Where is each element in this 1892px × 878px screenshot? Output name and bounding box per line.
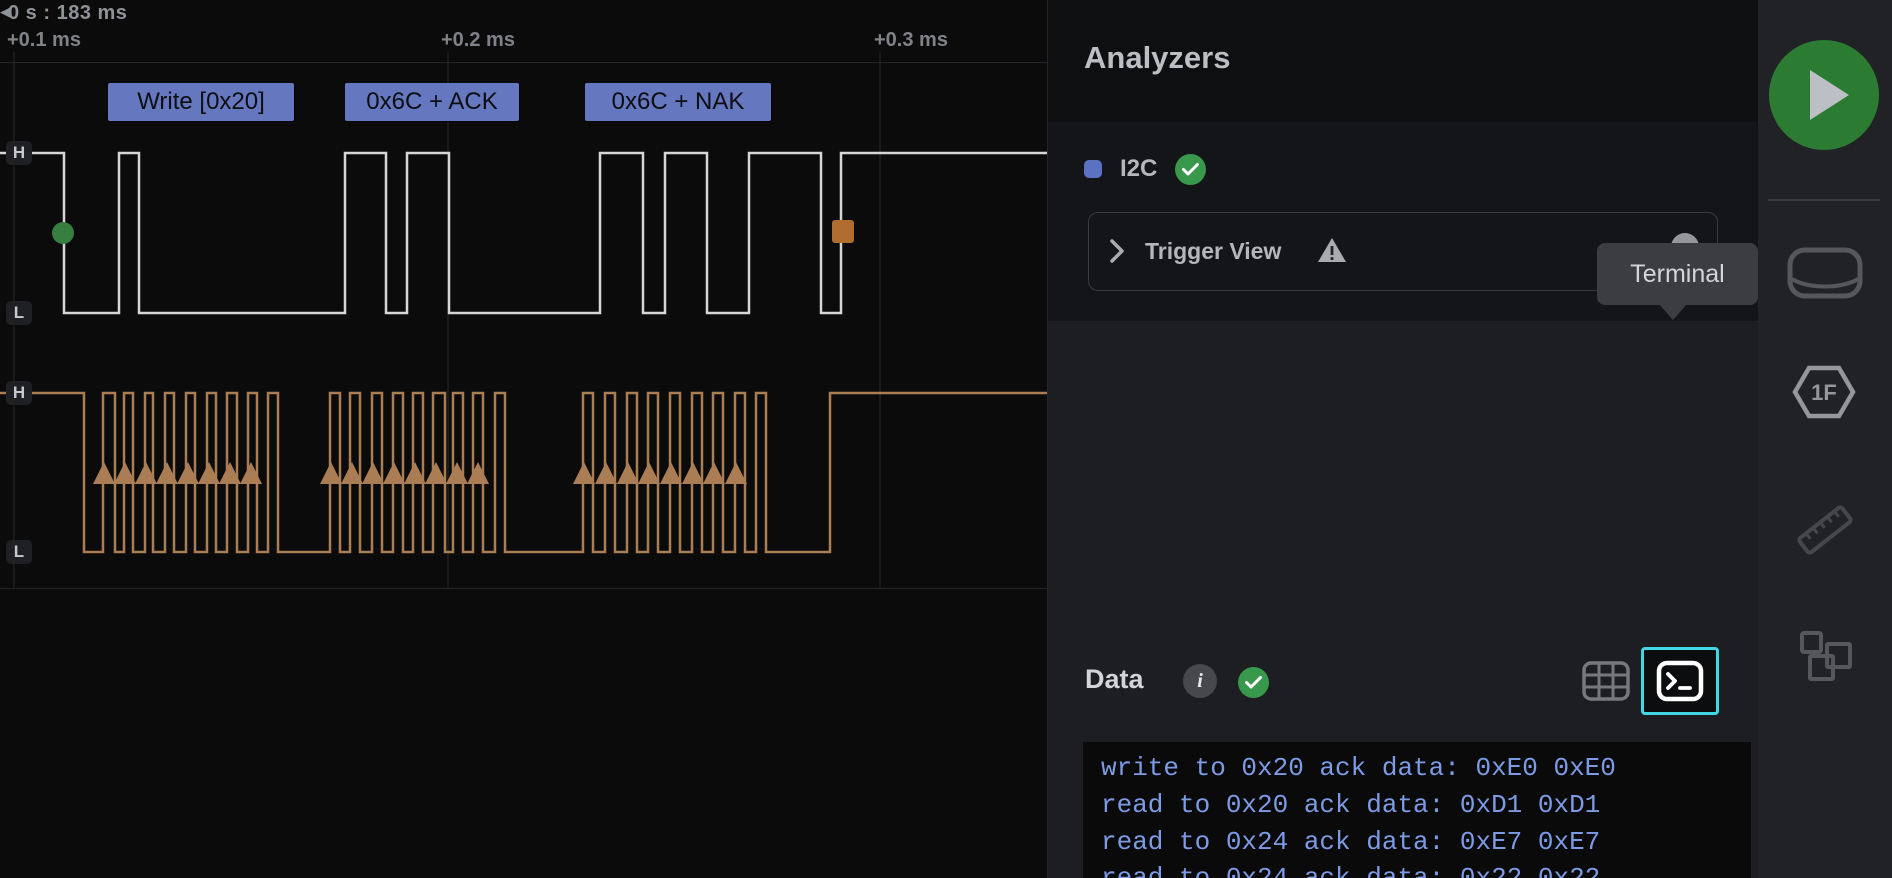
logic-analyzer-app: ◀ 0 s : 183 ms +0.1 ms +0.2 ms +0.3 ms Wri… <box>0 0 1892 878</box>
analyzer-name: I2C <box>1120 155 1158 182</box>
analyzer-status-ok-icon <box>1175 153 1207 185</box>
grid-icon <box>1582 661 1630 701</box>
rising-edge-marker <box>362 462 384 484</box>
level-tag-l: L <box>6 301 32 325</box>
rising-edge-marker <box>93 462 115 484</box>
right-toolbar: 1F <box>1758 0 1892 878</box>
1f-hex-icon: 1F <box>1792 365 1856 419</box>
tooltip-arrow <box>1659 304 1687 320</box>
plot-bottom-border <box>0 588 1047 589</box>
data-section: Data i write to 0x20 ack data: 0xE0 0xE0… <box>1048 321 1759 878</box>
terminal-line: write to 0x20 ack data: 0xE0 0xE0 <box>1101 753 1616 783</box>
channel-1-scl-trace <box>0 391 1047 554</box>
chevron-right-icon[interactable] <box>1109 237 1125 265</box>
warning-icon <box>1317 237 1347 269</box>
analyzer-color-swatch <box>1084 160 1102 178</box>
rising-edge-marker <box>240 462 262 484</box>
channel-0-sda-trace <box>0 151 1047 315</box>
terminal-lines: write to 0x20 ack data: 0xE0 0xE0 read to… <box>1101 750 1616 878</box>
decode-result-label[interactable]: 0x6C + ACK <box>345 83 519 121</box>
capture-mode-button[interactable]: 1F <box>1791 363 1857 426</box>
rising-edge-marker <box>446 462 468 484</box>
terminal-line: read to 0x24 ack data: 0xE7 0xE7 <box>1101 826 1601 857</box>
waveform-canvas[interactable] <box>0 0 1047 878</box>
absolute-time-label: 0 s : 183 ms <box>8 2 128 24</box>
play-button[interactable] <box>1769 40 1879 150</box>
analyzers-panel: Analyzers I2C Trigger View Data i write … <box>1047 0 1759 878</box>
rising-edge-marker <box>660 462 682 484</box>
rising-edge-marker <box>682 462 704 484</box>
trigger-view-label: Trigger View <box>1145 238 1282 264</box>
rising-edge-marker <box>467 462 489 484</box>
rising-edge-marker <box>320 462 342 484</box>
decode-result-label[interactable]: Write [0x20] <box>108 83 294 121</box>
level-tag-h: H <box>6 141 32 165</box>
tooltip: Terminal <box>1597 243 1758 305</box>
plot-top-border <box>0 62 1047 63</box>
device-icon <box>1787 247 1863 299</box>
info-icon[interactable]: i <box>1183 664 1217 698</box>
svg-text:1F: 1F <box>1811 380 1837 405</box>
data-section-title: Data <box>1085 664 1144 694</box>
table-view-button[interactable] <box>1582 661 1630 701</box>
time-offset-label: +0.1 ms <box>7 29 81 51</box>
extensions-button[interactable] <box>1798 629 1854 688</box>
rising-edge-marker <box>595 462 617 484</box>
terminal-line: read to 0x20 ack data: 0xD1 0xD1 <box>1101 789 1601 820</box>
decode-result-label[interactable]: 0x6C + NAK <box>585 83 771 121</box>
data-terminal-output[interactable]: write to 0x20 ack data: 0xE0 0xE0 read to… <box>1083 742 1751 878</box>
time-offset-label: +0.2 ms <box>441 29 515 51</box>
rising-edge-marker <box>383 462 405 484</box>
analyzer-row-i2c[interactable]: I2C <box>1084 152 1207 186</box>
time-offset-label: +0.3 ms <box>874 29 948 51</box>
terminal-line: read to 0x24 ack data: 0x22 0x22 <box>1101 860 1616 878</box>
rising-edge-marker <box>425 462 447 484</box>
waveform-area[interactable]: ◀ 0 s : 183 ms +0.1 ms +0.2 ms +0.3 ms Wri… <box>0 0 1047 878</box>
rising-edge-marker <box>725 462 747 484</box>
extensions-icon <box>1800 631 1852 681</box>
device-settings-button[interactable] <box>1786 246 1864 305</box>
rising-edge-marker <box>573 462 595 484</box>
rising-edge-marker <box>617 462 639 484</box>
level-tag-h: H <box>6 381 32 405</box>
ruler-icon <box>1797 505 1853 555</box>
rising-edge-marker <box>703 462 725 484</box>
terminal-view-button[interactable] <box>1641 647 1719 715</box>
start-condition-marker <box>52 222 74 244</box>
data-status-ok-icon <box>1238 667 1269 698</box>
toolbar-divider <box>1768 199 1880 201</box>
stop-condition-marker <box>832 220 854 243</box>
play-icon <box>1809 70 1849 120</box>
level-tag-l: L <box>6 540 32 564</box>
measure-button[interactable] <box>1794 500 1856 565</box>
tooltip-text: Terminal <box>1630 259 1725 288</box>
terminal-icon <box>1656 660 1704 702</box>
rising-edge-marker <box>638 462 660 484</box>
panel-title: Analyzers <box>1084 40 1231 75</box>
